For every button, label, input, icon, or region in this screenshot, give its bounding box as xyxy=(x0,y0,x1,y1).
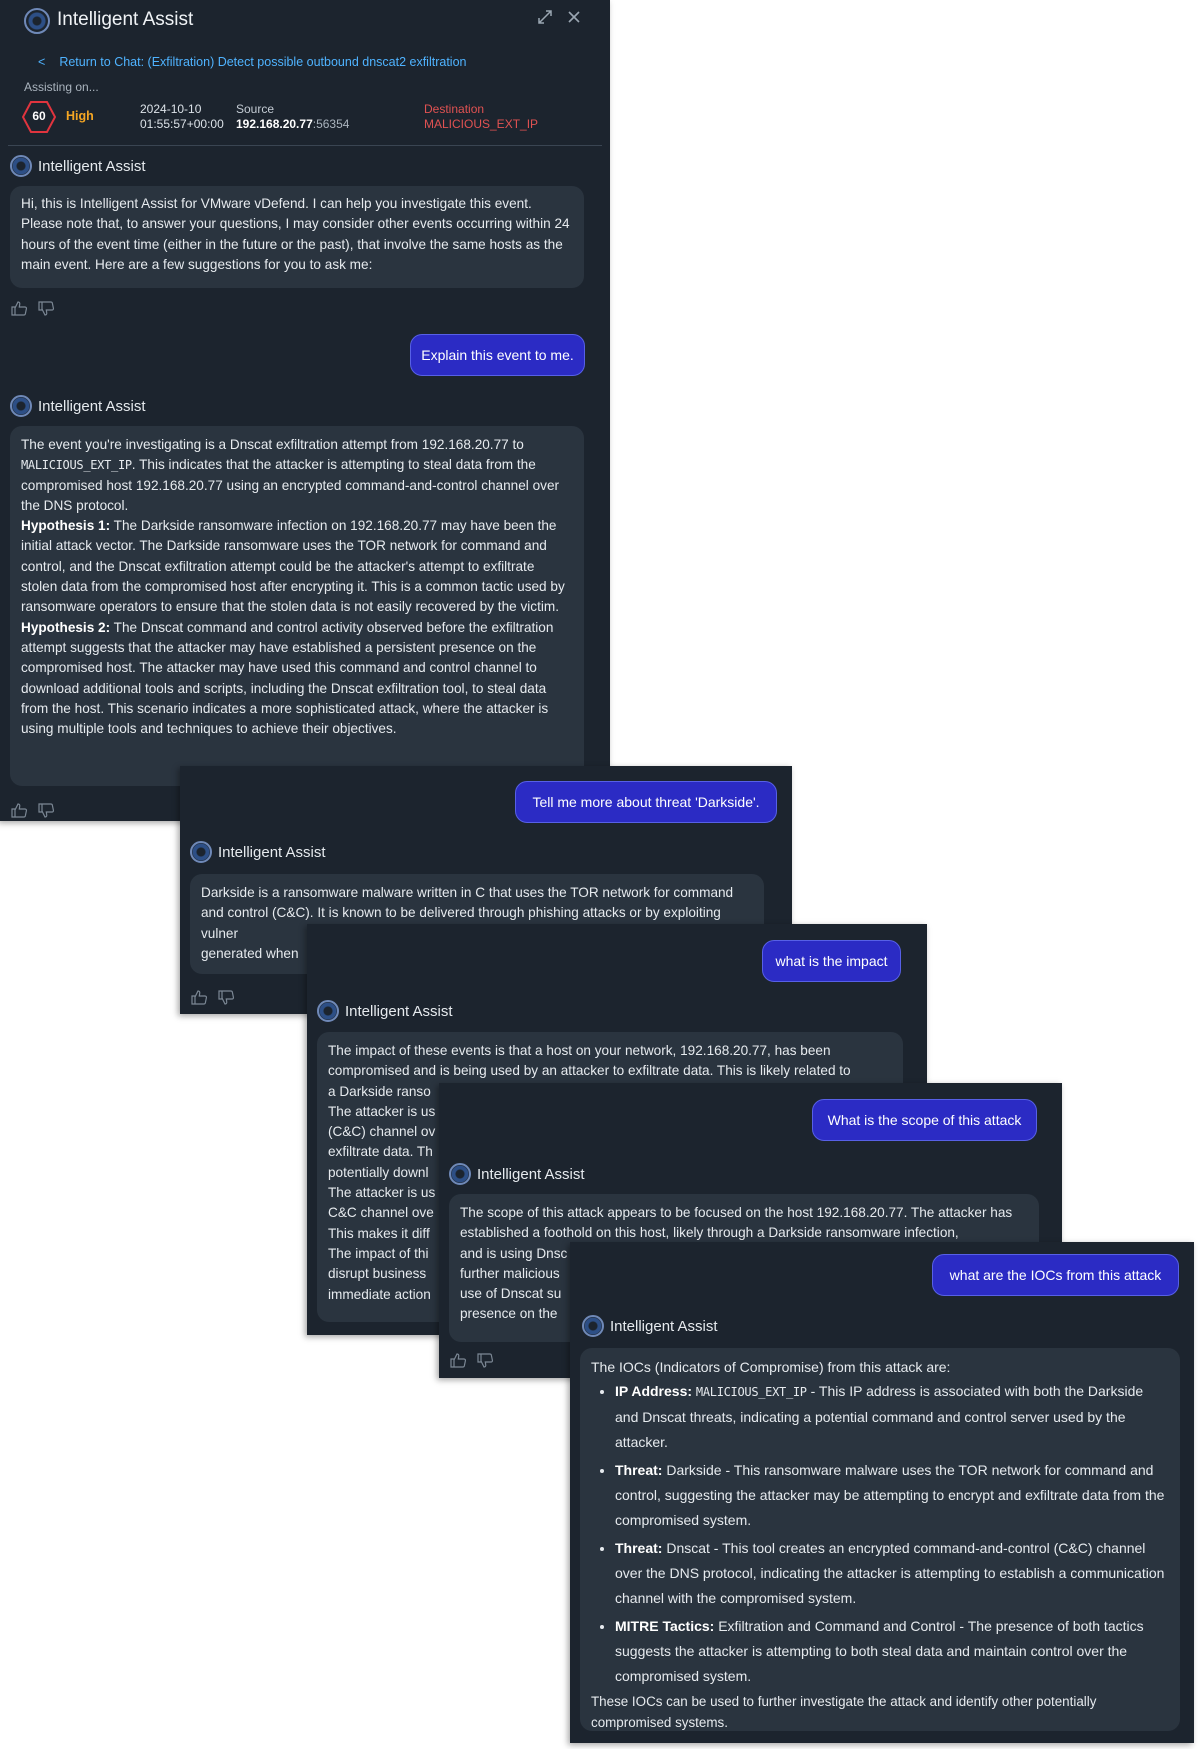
score-value: 60 xyxy=(32,109,46,123)
intro-text: Hi, this is Intelligent Assist for VMwar… xyxy=(21,196,570,272)
assistant-header: Intelligent Assist xyxy=(10,155,146,177)
thumbs-up-icon[interactable] xyxy=(191,990,208,1008)
hypothesis-1-label: Hypothesis 1: xyxy=(21,518,111,534)
ioc-code: MALICIOUS_EXT_IP xyxy=(695,1385,807,1399)
ioc-text: Dnscat - This tool creates an encrypted … xyxy=(615,1540,1165,1606)
assistant-name: Intelligent Assist xyxy=(345,1002,453,1020)
thumbs-down-icon[interactable] xyxy=(477,1353,494,1371)
explain-ip: MALICIOUS_EXT_IP xyxy=(21,458,132,473)
user-message-text: what are the IOCs from this attack xyxy=(949,1267,1162,1283)
ioc-label: IP Address: xyxy=(615,1383,693,1399)
intelligent-assist-logo-icon xyxy=(190,841,212,863)
feedback-row xyxy=(11,301,55,319)
intelligent-assist-logo-icon xyxy=(317,1000,339,1022)
chat-panel-main: Intelligent Assist < Return to Chat: (Ex… xyxy=(0,0,610,821)
thumbs-down-icon[interactable] xyxy=(38,301,55,319)
destination-label: Destination xyxy=(424,102,485,116)
ioc-item: Threat: Dnscat - This tool creates an en… xyxy=(615,1536,1169,1611)
assistant-header: Intelligent Assist xyxy=(10,395,146,417)
intelligent-assist-logo-icon xyxy=(582,1315,604,1337)
ioc-label: Threat: xyxy=(615,1540,663,1556)
assistant-message-intro: Hi, this is Intelligent Assist for VMwar… xyxy=(10,186,584,288)
source-ip: 192.168.20.77 xyxy=(236,117,313,131)
thumbs-up-icon[interactable] xyxy=(11,301,28,319)
iocs-outro: These IOCs can be used to further invest… xyxy=(591,1694,1097,1730)
ioc-text: Darkside - This ransomware malware uses … xyxy=(615,1462,1165,1528)
explain-text-a: The event you're investigating is a Dnsc… xyxy=(21,437,524,452)
ioc-item: Threat: Darkside - This ransomware malwa… xyxy=(615,1458,1169,1533)
user-message: what are the IOCs from this attack xyxy=(932,1254,1179,1296)
assistant-name: Intelligent Assist xyxy=(38,157,146,175)
assistant-name: Intelligent Assist xyxy=(610,1317,718,1335)
iocs-intro: The IOCs (Indicators of Compromise) from… xyxy=(591,1359,951,1375)
user-message-text: Tell me more about threat 'Darkside'. xyxy=(532,794,760,810)
intelligent-assist-logo-icon xyxy=(449,1163,471,1185)
source-label: Source xyxy=(236,102,275,116)
user-message: What is the scope of this attack xyxy=(812,1099,1037,1141)
intelligent-assist-logo-icon xyxy=(24,8,50,34)
expand-icon[interactable] xyxy=(536,8,554,26)
assistant-header: Intelligent Assist xyxy=(190,841,326,863)
event-time: 01:55:57+00:00 xyxy=(140,117,224,131)
assistant-header: Intelligent Assist xyxy=(582,1315,718,1337)
thumbs-up-icon[interactable] xyxy=(450,1353,467,1371)
scope-text: The scope of this attack appears to be f… xyxy=(460,1205,1013,1241)
source-value: 192.168.20.77:56354 xyxy=(236,117,349,131)
ioc-list: IP Address: MALICIOUS_EXT_IP - This IP a… xyxy=(591,1379,1169,1689)
user-message: what is the impact xyxy=(762,940,901,982)
hypothesis-2-label: Hypothesis 2: xyxy=(21,619,111,635)
thumbs-up-icon[interactable] xyxy=(11,803,28,821)
user-message-text: what is the impact xyxy=(775,953,888,969)
score-badge: 60 xyxy=(21,101,57,133)
impact-text: The impact of these events is that a hos… xyxy=(328,1043,851,1079)
feedback-row xyxy=(11,803,55,821)
assistant-header: Intelligent Assist xyxy=(449,1163,585,1185)
feedback-row xyxy=(191,990,235,1008)
event-date: 2024-10-10 xyxy=(140,102,202,116)
thumbs-down-icon[interactable] xyxy=(218,990,235,1008)
feedback-row xyxy=(450,1353,494,1371)
assistant-header: Intelligent Assist xyxy=(317,1000,453,1022)
ioc-label: Threat: xyxy=(615,1462,663,1478)
user-message-text: Explain this event to me. xyxy=(421,347,574,363)
ioc-label: MITRE Tactics: xyxy=(615,1618,715,1634)
hypothesis-2-text: The Dnscat command and control activity … xyxy=(21,619,554,737)
intelligent-assist-logo-icon xyxy=(10,155,32,177)
user-message: Explain this event to me. xyxy=(410,334,585,376)
panel-title: Intelligent Assist xyxy=(57,9,194,30)
back-link-label: Return to Chat: (Exfiltration) Detect po… xyxy=(59,55,467,69)
ioc-item: MITRE Tactics: Exfiltration and Command … xyxy=(615,1614,1169,1689)
header-divider xyxy=(8,145,602,146)
assistant-name: Intelligent Assist xyxy=(218,843,326,861)
assistant-message-iocs: The IOCs (Indicators of Compromise) from… xyxy=(580,1348,1180,1731)
destination-value: MALICIOUS_EXT_IP xyxy=(424,117,539,131)
thumbs-down-icon[interactable] xyxy=(38,803,55,821)
source-port: :56354 xyxy=(312,117,350,131)
assisting-label: Assisting on... xyxy=(24,80,99,94)
user-message: Tell me more about threat 'Darkside'. xyxy=(515,781,777,823)
severity-label: High xyxy=(66,109,94,123)
intelligent-assist-logo-icon xyxy=(10,395,32,417)
darkside-text-tail: generated when xyxy=(201,945,299,961)
ioc-item: IP Address: MALICIOUS_EXT_IP - This IP a… xyxy=(615,1379,1169,1455)
assistant-name: Intelligent Assist xyxy=(38,397,146,415)
back-link[interactable]: < Return to Chat: (Exfiltration) Detect … xyxy=(38,55,466,69)
assistant-message-explain: The event you're investigating is a Dnsc… xyxy=(10,426,584,786)
ioc-text: - This IP address is associated with bot… xyxy=(615,1383,1144,1450)
assistant-name: Intelligent Assist xyxy=(477,1165,585,1183)
chevron-left-icon: < xyxy=(38,55,46,69)
close-icon[interactable] xyxy=(566,9,582,25)
user-message-text: What is the scope of this attack xyxy=(827,1112,1022,1128)
panel-header: Intelligent Assist xyxy=(0,0,610,40)
chat-panel-iocs: what are the IOCs from this attack Intel… xyxy=(570,1242,1194,1743)
